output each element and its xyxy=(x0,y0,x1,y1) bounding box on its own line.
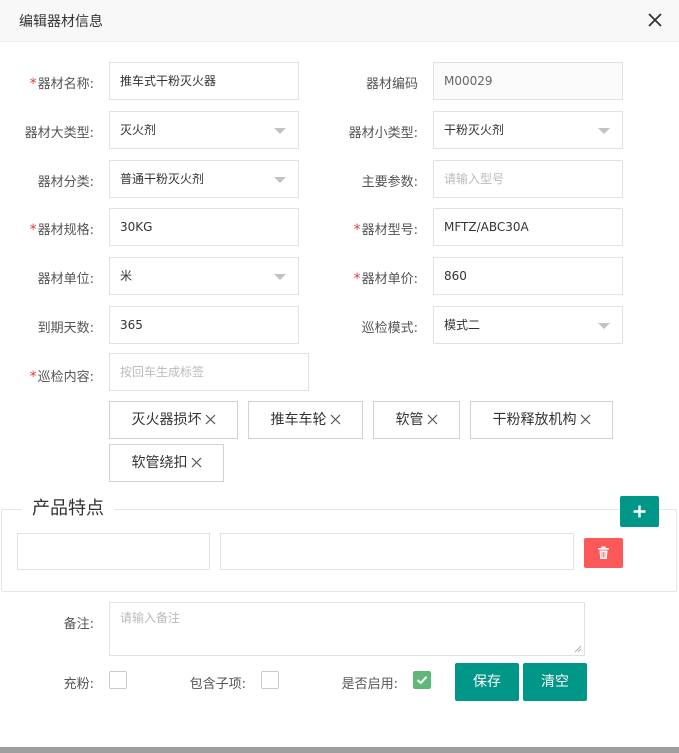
major-type-select[interactable]: 灭火剂 xyxy=(109,111,299,149)
dialog-header: 编辑器材信息 xyxy=(0,0,679,42)
dialog-title: 编辑器材信息 xyxy=(19,14,103,30)
close-icon[interactable] xyxy=(647,12,663,28)
price-label: *器材单价: xyxy=(353,271,418,287)
feature-value-input[interactable] xyxy=(220,533,574,570)
chevron-down-icon xyxy=(274,274,286,280)
tag-item[interactable]: 推车车轮 xyxy=(248,401,363,439)
unit-label: 器材单位: xyxy=(37,272,94,287)
resize-handle-icon[interactable] xyxy=(574,645,582,653)
name-input[interactable]: 推车式干粉灭火器 xyxy=(109,62,299,100)
minor-type-select[interactable]: 干粉灭火剂 xyxy=(433,111,623,149)
add-feature-button[interactable] xyxy=(620,496,659,527)
main-params-input[interactable]: 请输入型号 xyxy=(433,160,623,198)
required-mark: * xyxy=(29,222,37,238)
major-type-label: 器材大类型: xyxy=(24,126,94,141)
feature-name-input[interactable] xyxy=(17,533,210,570)
inspection-content-input[interactable]: 按回车生成标签 xyxy=(109,353,309,391)
spec-label: *器材规格: xyxy=(29,222,94,238)
fill-powder-checkbox[interactable] xyxy=(109,671,127,689)
fill-powder-label: 充粉: xyxy=(63,677,94,692)
include-children-label: 包含子项: xyxy=(189,677,246,692)
main-params-label: 主要参数: xyxy=(361,175,418,190)
clear-button[interactable]: 清空 xyxy=(523,663,587,701)
chevron-down-icon xyxy=(274,177,286,183)
remark-textarea[interactable]: 请输入备注 xyxy=(109,602,585,656)
code-label: 器材编码 xyxy=(365,77,418,92)
required-mark: * xyxy=(29,76,37,92)
unit-select[interactable]: 米 xyxy=(109,257,299,295)
inspection-mode-label: 巡检模式: xyxy=(361,321,418,336)
bottom-border xyxy=(0,747,679,753)
tag-item[interactable]: 干粉释放机构 xyxy=(470,401,613,439)
minor-type-label: 器材小类型: xyxy=(348,126,418,141)
trash-icon xyxy=(598,546,609,559)
check-icon xyxy=(416,676,428,685)
name-label: *器材名称: xyxy=(29,76,94,92)
features-legend: 产品特点 xyxy=(22,496,114,522)
enabled-label: 是否启用: xyxy=(341,677,398,692)
chevron-down-icon xyxy=(598,323,610,329)
remark-label: 备注: xyxy=(63,617,94,632)
include-children-checkbox[interactable] xyxy=(261,671,279,689)
close-icon[interactable] xyxy=(330,414,341,425)
model-label: *器材型号: xyxy=(353,222,418,238)
close-icon[interactable] xyxy=(427,414,438,425)
tag-item[interactable]: 软管 xyxy=(373,401,460,439)
tag-item[interactable]: 软管绕扣 xyxy=(109,444,224,482)
price-input[interactable]: 860 xyxy=(433,257,623,295)
delete-feature-button[interactable] xyxy=(584,538,623,568)
close-icon[interactable] xyxy=(205,414,216,425)
expiry-days-input[interactable]: 365 xyxy=(109,306,299,344)
inspection-content-label: *巡检内容: xyxy=(29,369,94,385)
chevron-down-icon xyxy=(274,128,286,134)
required-mark: * xyxy=(353,222,361,238)
expiry-days-label: 到期天数: xyxy=(37,321,94,336)
model-input[interactable]: MFTZ/ABC30A xyxy=(433,208,623,246)
tag-item[interactable]: 灭火器损坏 xyxy=(109,401,238,439)
required-mark: * xyxy=(29,369,37,385)
category-select[interactable]: 普通干粉灭火剂 xyxy=(109,160,299,198)
close-icon[interactable] xyxy=(580,414,591,425)
close-icon[interactable] xyxy=(191,457,202,468)
save-button[interactable]: 保存 xyxy=(455,663,519,701)
plus-icon xyxy=(633,505,646,518)
required-mark: * xyxy=(353,271,361,287)
enabled-checkbox[interactable] xyxy=(413,671,431,689)
chevron-down-icon xyxy=(598,128,610,134)
spec-input[interactable]: 30KG xyxy=(109,208,299,246)
inspection-mode-select[interactable]: 模式二 xyxy=(433,306,623,344)
category-label: 器材分类: xyxy=(37,175,94,190)
code-input[interactable]: M00029 xyxy=(433,62,623,100)
